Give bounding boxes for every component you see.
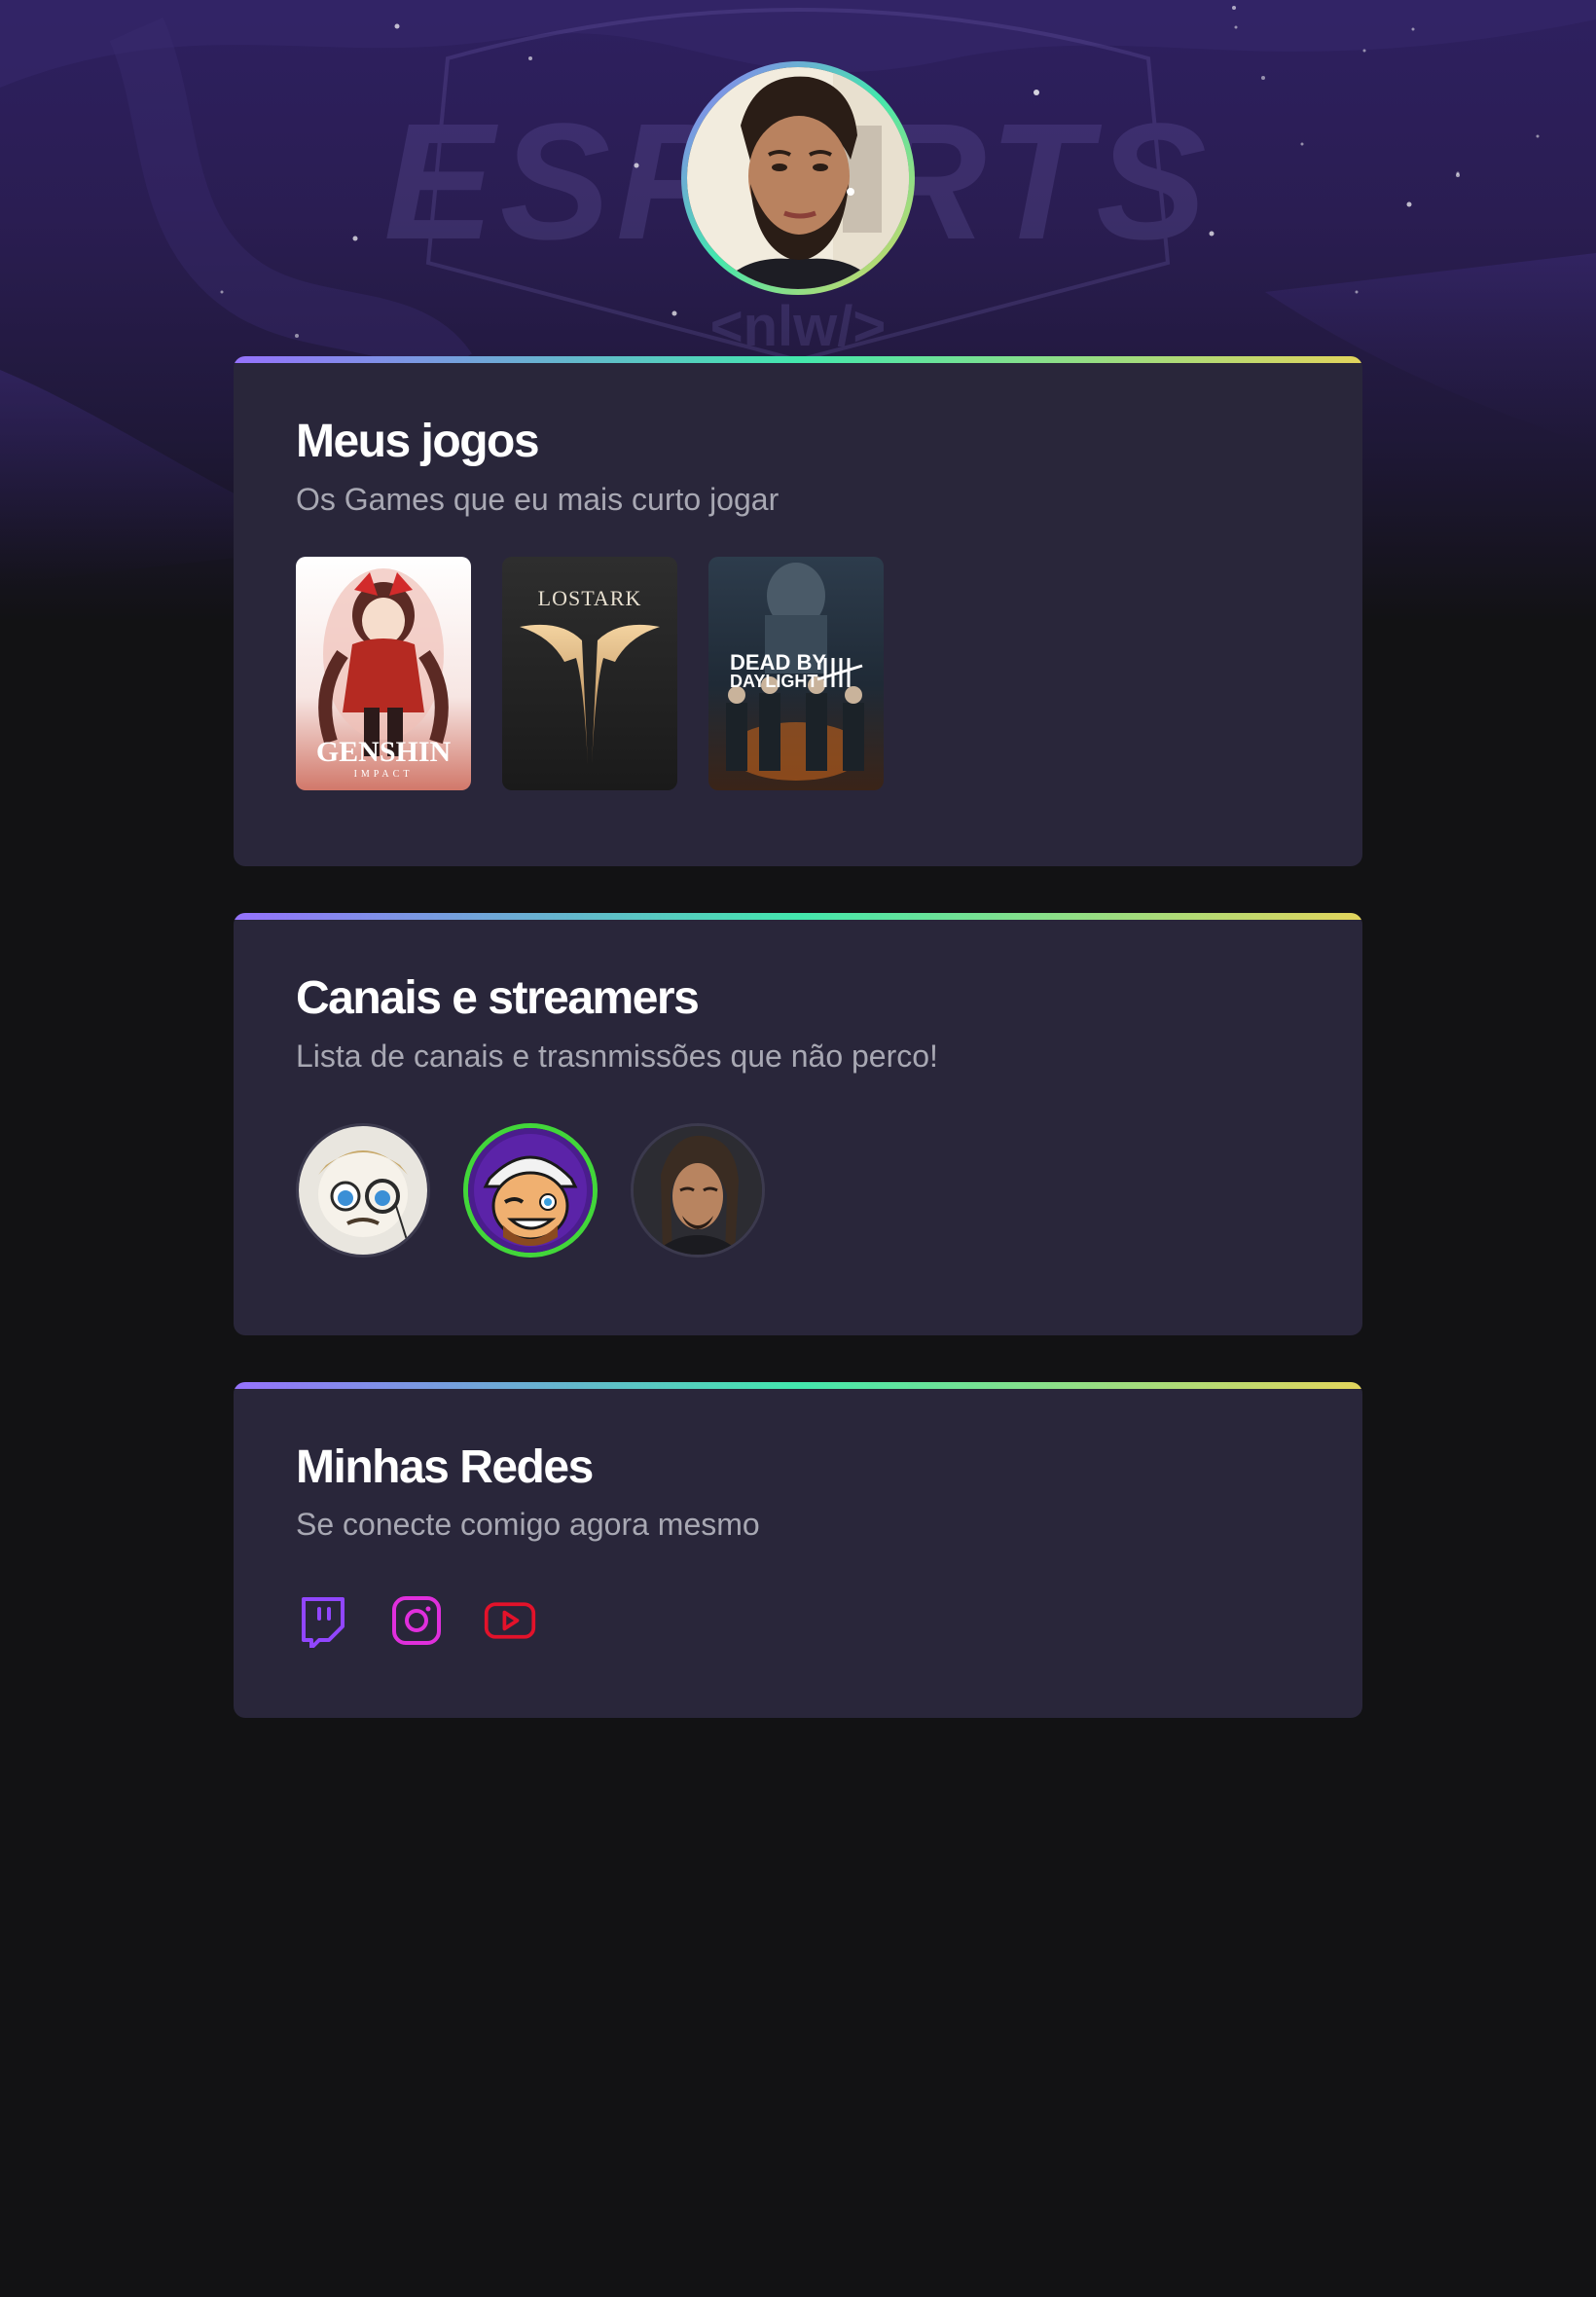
socials-title: Minhas Redes: [296, 1440, 594, 1493]
twitch-link[interactable]: [296, 1593, 350, 1649]
watermark-subtext: <nlw/>: [710, 295, 887, 358]
genshin-logo: GENSHIN: [316, 736, 452, 768]
streamer-avatar-cap-icon: [468, 1127, 593, 1253]
games-list: GENSHIN IMPACT LOSTARK DEAD BY DAYLIGHT: [296, 556, 1300, 866]
games-title: Meus jogos: [296, 416, 540, 467]
game-lost-ark[interactable]: LOSTARK: [502, 556, 677, 790]
dbd-cover-icon: DEAD BY DAYLIGHT: [708, 556, 884, 790]
games-subtitle: Os Games que eu mais curto jogar: [296, 481, 780, 517]
profile-photo-icon: [687, 67, 909, 289]
youtube-icon: [484, 1602, 536, 1640]
youtube-link[interactable]: [483, 1593, 537, 1648]
streamers-card: Canais e streamers Lista de canais e tra…: [234, 912, 1362, 1335]
streamer-1[interactable]: [296, 1122, 430, 1258]
genshin-logo-sub: IMPACT: [354, 769, 414, 780]
socials-subtitle: Se conecte comigo agora mesmo: [296, 1507, 760, 1543]
twitch-icon: [302, 1597, 345, 1649]
profile-avatar: [681, 61, 915, 295]
instagram-icon: [392, 1596, 441, 1646]
lostark-cover-icon: LOSTARK: [502, 556, 677, 790]
instagram-link[interactable]: [389, 1593, 444, 1648]
genshin-cover-icon: GENSHIN IMPACT: [296, 556, 471, 790]
games-card: Meus jogos Os Games que eu mais curto jo…: [234, 356, 1362, 866]
socials-card: Minhas Redes Se conecte comigo agora mes…: [234, 1381, 1362, 1719]
streamers-subtitle: Lista de canais e trasnmissões que não p…: [296, 1038, 938, 1074]
page: ESPORTS <nlw/>: [0, 0, 1596, 2297]
game-genshin-impact[interactable]: GENSHIN IMPACT: [296, 556, 471, 790]
content-container: Meus jogos Os Games que eu mais curto jo…: [234, 356, 1362, 1765]
streamer-2[interactable]: [463, 1122, 598, 1258]
streamers-title: Canais e streamers: [296, 971, 700, 1024]
streamer-avatar-monocle-icon: [299, 1125, 427, 1255]
game-dead-by-daylight[interactable]: DEAD BY DAYLIGHT: [708, 556, 884, 790]
socials-list: [296, 1593, 1300, 1718]
streamer-avatar-photo-icon: [634, 1125, 762, 1255]
streamer-3[interactable]: [631, 1122, 765, 1258]
lostark-logo: LOSTARK: [538, 586, 642, 610]
streamers-list: [296, 1122, 1300, 1335]
dbd-logo-sub: DAYLIGHT: [730, 672, 817, 691]
